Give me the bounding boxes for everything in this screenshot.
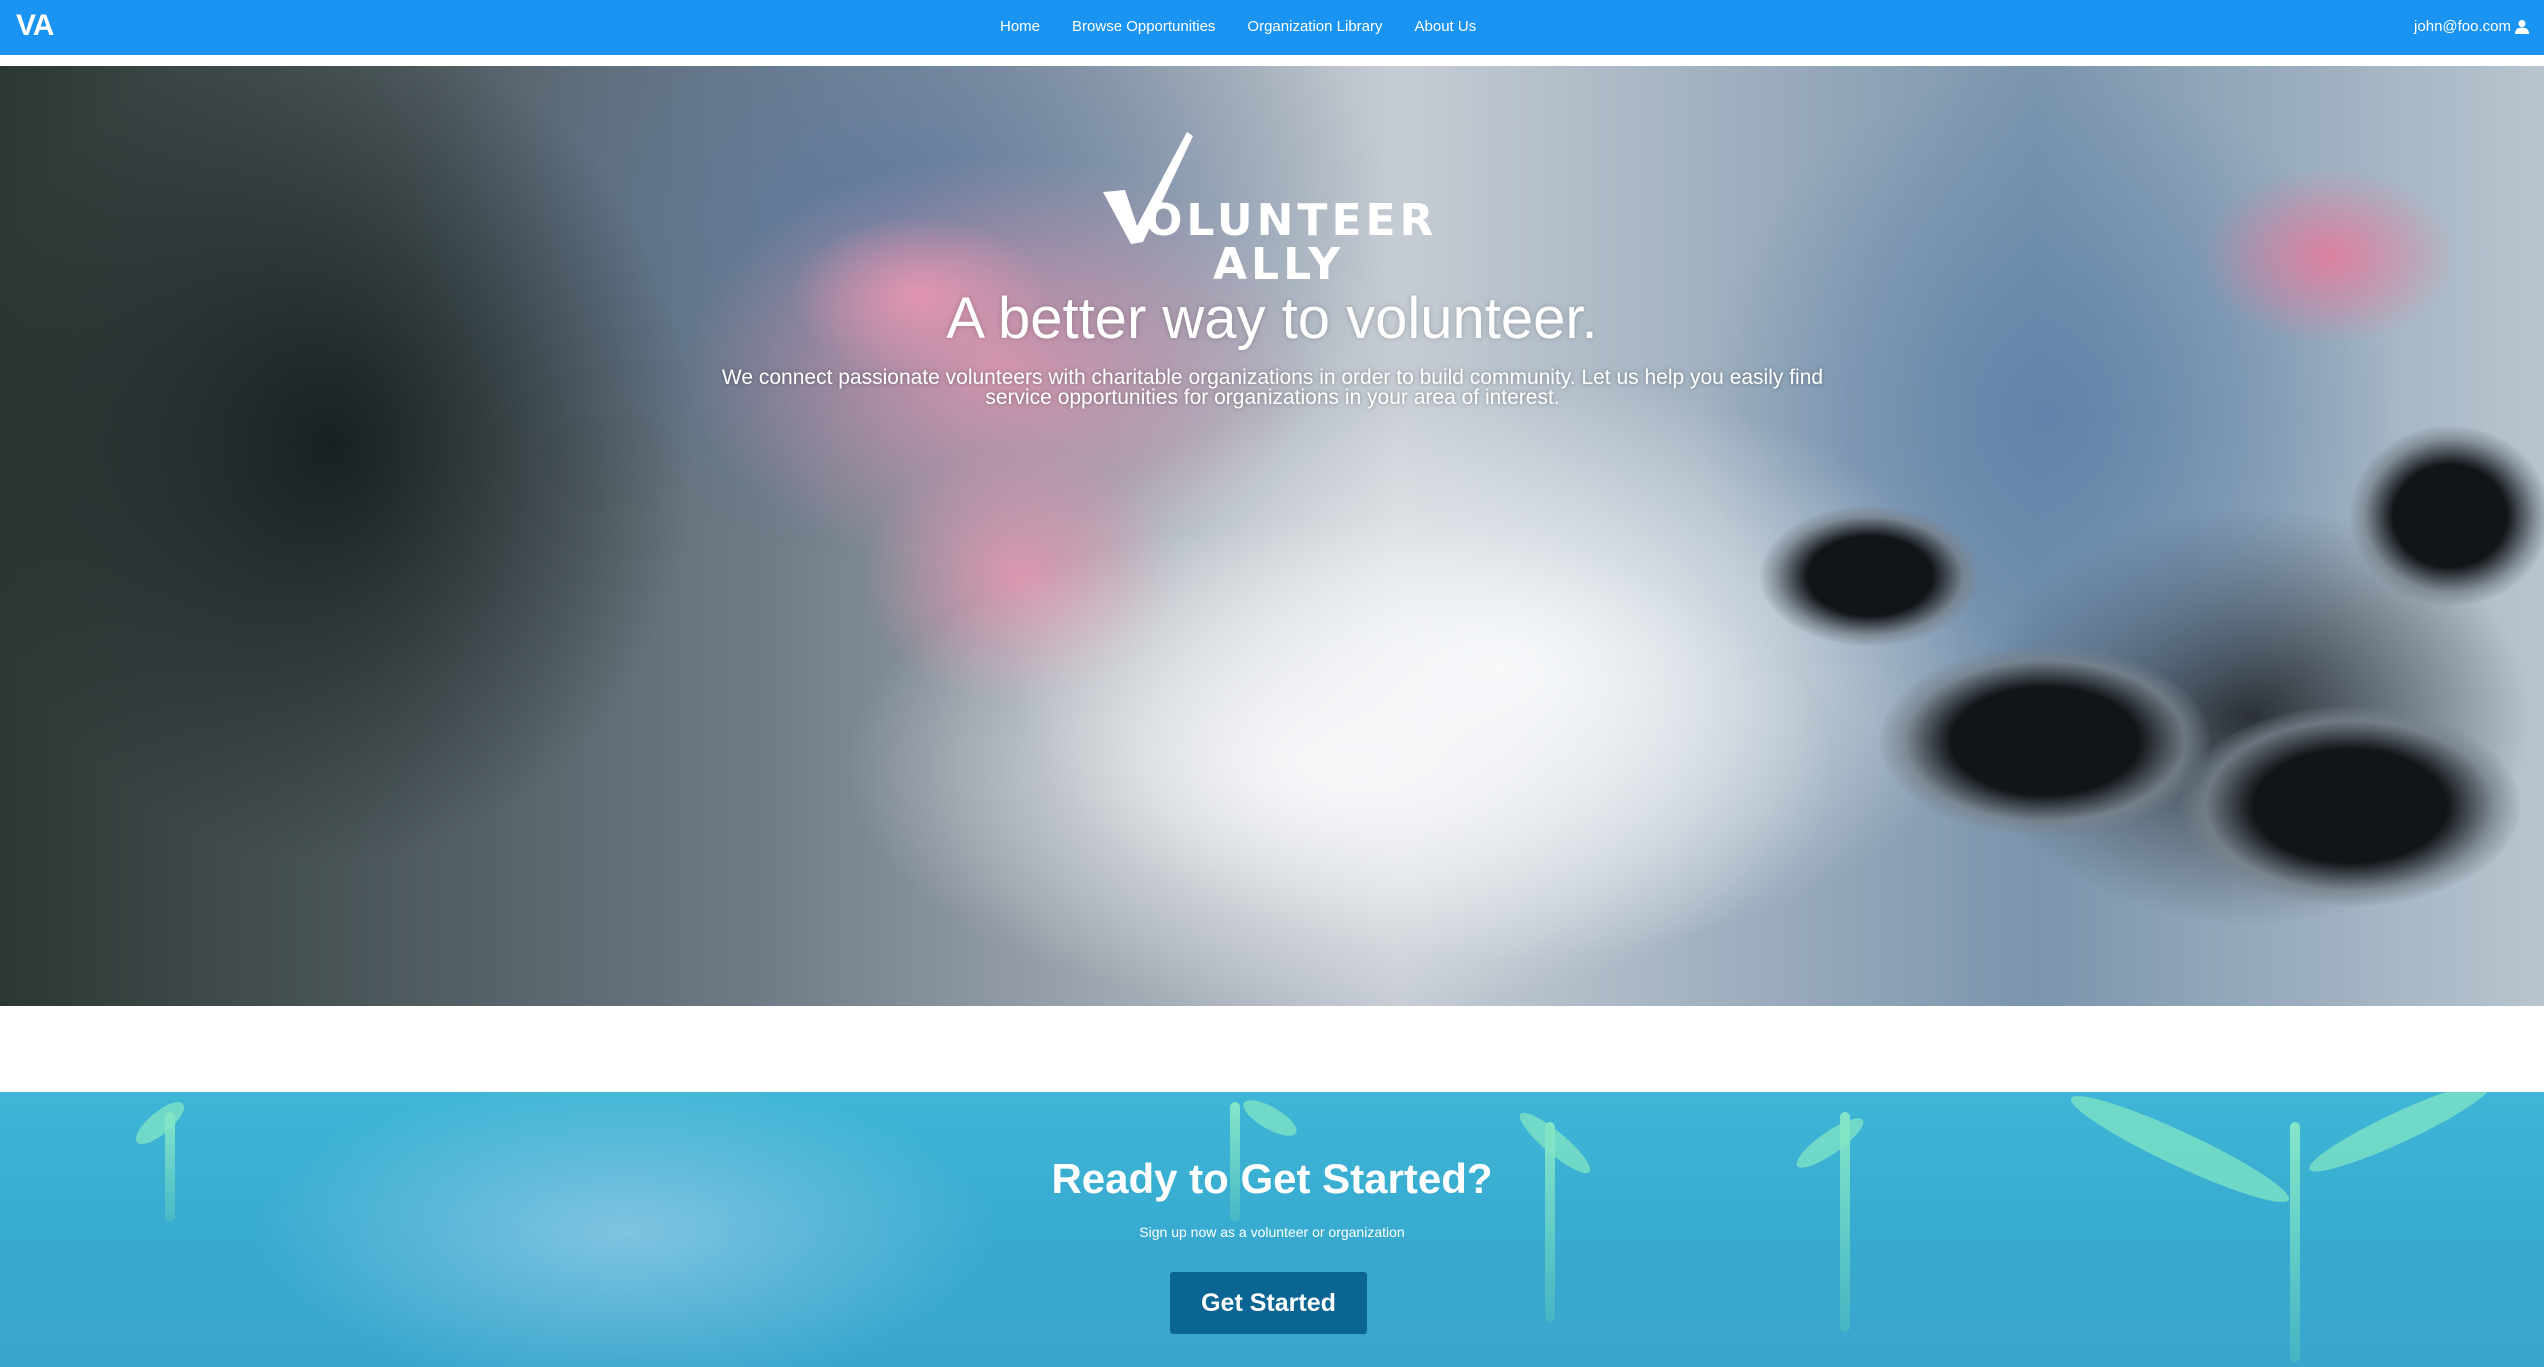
get-started-button[interactable]: Get Started [1170, 1272, 1367, 1334]
nav-link-browse-opportunities[interactable]: Browse Opportunities [1072, 18, 1215, 35]
hero-background-container [1880, 646, 2210, 836]
nav-link-organization-library[interactable]: Organization Library [1247, 18, 1382, 35]
brand-logo-link[interactable]: VA [16, 9, 54, 43]
hero-background-container [1760, 506, 1980, 646]
hero-title: A better way to volunteer. [946, 286, 1598, 351]
user-menu[interactable]: john@foo.com [2414, 18, 2530, 35]
cta-background-leaf [129, 1095, 191, 1151]
nav-link-about-us[interactable]: About Us [1415, 18, 1477, 35]
hero-background-bag [840, 516, 1840, 1006]
cta-title: Ready to Get Started? [1051, 1155, 1493, 1202]
cta-background-leaf [1238, 1093, 1302, 1143]
nav-link-home[interactable]: Home [1000, 18, 1040, 35]
get-started-section: Ready to Get Started? Sign up now as a v… [0, 1092, 2544, 1367]
user-email: john@foo.com [2414, 18, 2511, 35]
top-navbar: VA Home Browse Opportunities Organizatio… [0, 0, 2544, 55]
hero-background-container [2180, 706, 2520, 906]
hero-subtitle: We connect passionate volunteers with ch… [721, 366, 1824, 409]
user-icon [2515, 19, 2529, 34]
cta-subtitle: Sign up now as a volunteer or organizati… [1139, 1224, 1405, 1240]
hero-background-container [2350, 426, 2544, 606]
hero-banner: OLUNTEER ALLY A better way to volunteer.… [0, 66, 2544, 1006]
logo-line2: ALLY [1213, 239, 1344, 290]
nav-links: Home Browse Opportunities Organization L… [1000, 18, 1476, 35]
